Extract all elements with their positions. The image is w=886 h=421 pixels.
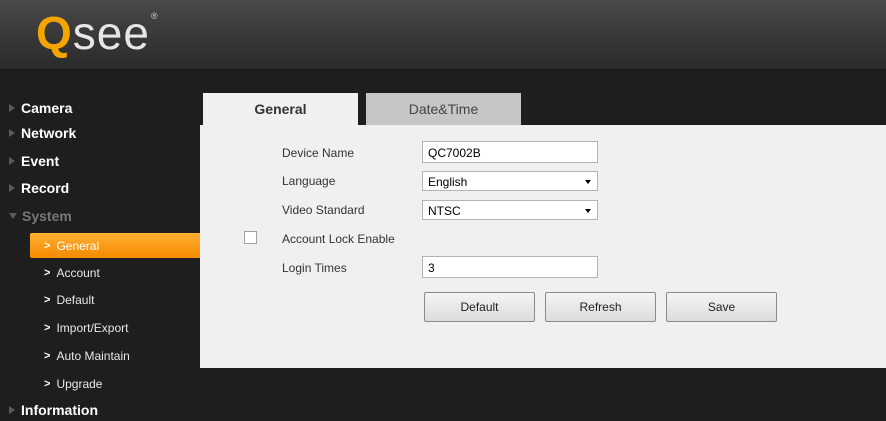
sidebar-item-event[interactable]: Event xyxy=(0,149,200,173)
sidebar-item-label: Event xyxy=(21,153,60,169)
sidebar-subitem-label: General xyxy=(56,238,100,253)
triangle-down-icon xyxy=(9,213,17,219)
chevron-right-icon: > xyxy=(44,239,51,252)
sidebar-item-information[interactable]: Information xyxy=(0,398,200,421)
triangle-right-icon xyxy=(9,184,15,192)
account-lock-checkbox[interactable] xyxy=(244,231,257,244)
login-times-input[interactable]: 3 xyxy=(422,256,598,278)
sidebar-subitem-label: Auto Maintain xyxy=(56,348,130,363)
sidebar-subitem-default[interactable]: > Default xyxy=(30,287,200,312)
registered-mark: ® xyxy=(150,11,159,21)
triangle-right-icon xyxy=(9,157,15,165)
qsee-logo: Q see ® xyxy=(36,8,159,58)
video-standard-value: NTSC xyxy=(428,204,461,218)
default-button[interactable]: Default xyxy=(424,292,535,322)
sidebar-subitem-label: Import/Export xyxy=(56,320,129,335)
sidebar-item-label: System xyxy=(22,208,72,224)
language-select[interactable]: English xyxy=(422,171,598,191)
app-header: Q see ® xyxy=(0,0,886,70)
logo-q: Q xyxy=(36,7,73,59)
save-button[interactable]: Save xyxy=(666,292,777,322)
sidebar-subitem-import-export[interactable]: > Import/Export xyxy=(30,315,200,340)
device-name-label: Device Name xyxy=(282,146,355,160)
sidebar-item-label: Information xyxy=(21,402,98,418)
video-standard-label: Video Standard xyxy=(282,203,365,217)
tab-date-time[interactable]: Date&Time xyxy=(366,93,521,125)
chevron-right-icon: > xyxy=(44,377,51,390)
refresh-button[interactable]: Refresh xyxy=(545,292,656,322)
chevron-right-icon: > xyxy=(44,349,51,362)
language-label: Language xyxy=(282,174,336,188)
sidebar-subitem-account[interactable]: > Account xyxy=(30,260,200,285)
sidebar-subitem-label: Account xyxy=(56,265,100,280)
login-times-label: Login Times xyxy=(282,261,347,275)
triangle-right-icon xyxy=(9,129,15,137)
sidebar-item-label: Network xyxy=(21,125,77,141)
sidebar-item-network[interactable]: Network xyxy=(0,121,200,145)
triangle-right-icon xyxy=(9,104,15,112)
triangle-right-icon xyxy=(9,406,15,414)
chevron-right-icon: > xyxy=(44,266,51,279)
sidebar-item-label: Record xyxy=(21,180,70,196)
settings-panel xyxy=(200,93,886,368)
tab-general[interactable]: General xyxy=(203,93,358,125)
sidebar-subitem-upgrade[interactable]: > Upgrade xyxy=(30,371,200,396)
sidebar-item-camera[interactable]: Camera xyxy=(0,96,200,120)
chevron-right-icon: > xyxy=(44,293,51,306)
sidebar-item-label: Camera xyxy=(21,100,73,116)
sidebar-item-record[interactable]: Record xyxy=(0,176,200,200)
sidebar-subitem-label: Upgrade xyxy=(56,376,103,391)
dropdown-arrow-icon xyxy=(585,209,591,213)
logo-text: see xyxy=(72,7,150,59)
sidebar-subitem-label: Default xyxy=(56,292,95,307)
sidebar-subitem-general[interactable]: > General xyxy=(30,233,200,258)
sidebar-item-system[interactable]: System xyxy=(0,204,200,228)
account-lock-label: Account Lock Enable xyxy=(282,232,395,246)
chevron-right-icon: > xyxy=(44,321,51,334)
device-name-input[interactable]: QC7002B xyxy=(422,141,598,163)
language-value: English xyxy=(428,175,468,189)
video-standard-select[interactable]: NTSC xyxy=(422,200,598,220)
sidebar-subitem-auto-maintain[interactable]: > Auto Maintain xyxy=(30,343,200,368)
dropdown-arrow-icon xyxy=(585,180,591,184)
